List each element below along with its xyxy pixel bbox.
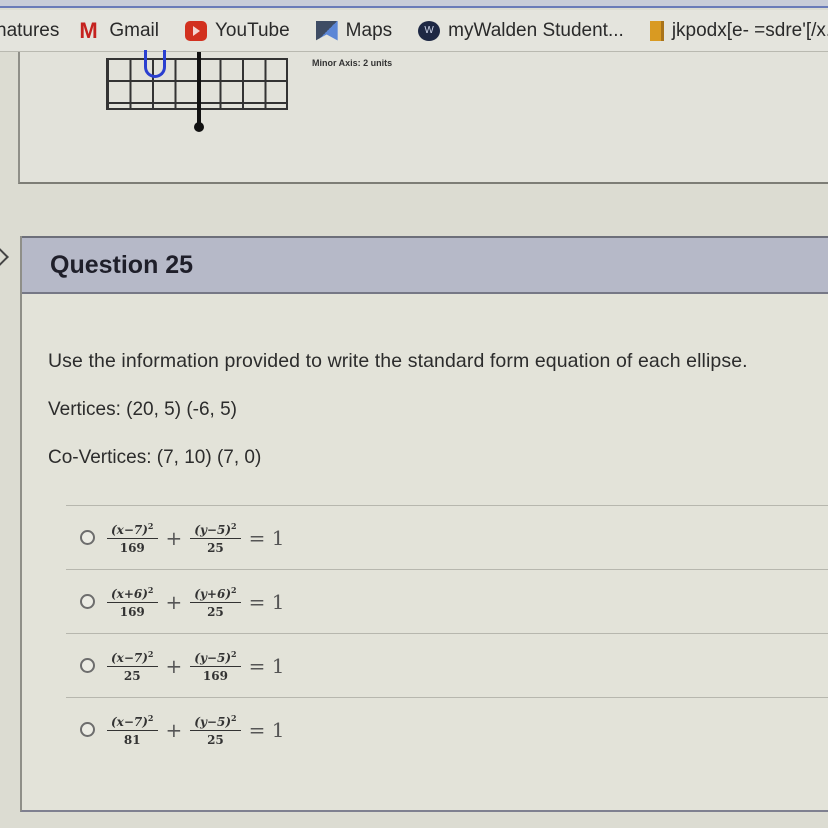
ellipse-graph bbox=[106, 50, 288, 132]
plus-sign: + bbox=[165, 653, 183, 678]
question-body: Use the information provided to write th… bbox=[22, 294, 828, 761]
exponent: 2 bbox=[231, 520, 237, 531]
y-term: (y−5) bbox=[194, 714, 231, 729]
gmail-icon: M bbox=[79, 17, 98, 43]
exponent: 2 bbox=[147, 584, 154, 595]
chevron-right-icon[interactable] bbox=[0, 247, 9, 267]
equals-one: = 1 bbox=[248, 525, 285, 550]
youtube-icon bbox=[185, 20, 207, 41]
exponent: 2 bbox=[231, 712, 237, 723]
co-vertices-text: Co-Vertices: (7, 10) (7, 0) bbox=[48, 447, 262, 468]
question-title: Question 25 bbox=[50, 250, 194, 279]
bookmark-maps[interactable]: Maps bbox=[315, 19, 393, 42]
question-card: Question 25 Use the information provided… bbox=[20, 236, 828, 812]
graph-axis bbox=[194, 52, 204, 132]
bookmark-label: Gmail bbox=[109, 19, 159, 41]
browser-top-edge bbox=[0, 0, 828, 8]
radio-button[interactable] bbox=[80, 658, 95, 673]
graph-caption: Minor Axis: 2 units bbox=[312, 58, 393, 68]
answer-option[interactable]: (x−7)2 169 + (y−5)2 25 = 1 bbox=[66, 505, 828, 569]
bookmark-youtube[interactable]: YouTube bbox=[185, 20, 290, 42]
question-prompt: Use the information provided to write th… bbox=[48, 350, 748, 372]
x-term: (x−7) bbox=[111, 522, 148, 537]
x-denominator: 25 bbox=[123, 668, 141, 683]
answer-option[interactable]: (x−7)2 81 + (y−5)2 25 = 1 bbox=[66, 697, 828, 761]
equals-one: = 1 bbox=[248, 717, 285, 742]
graph-curve bbox=[144, 50, 166, 78]
answer-option[interactable]: (x−7)2 25 + (y−5)2 169 = 1 bbox=[66, 633, 828, 697]
y-denominator: 25 bbox=[207, 540, 224, 555]
y-denominator: 25 bbox=[207, 604, 224, 619]
radio-button[interactable] bbox=[80, 530, 95, 545]
bookmark-signatures[interactable]: natures bbox=[0, 20, 59, 42]
bookmark-folder[interactable]: jkpodx[e- =sdre'[/x... bbox=[649, 19, 828, 42]
y-term: (y−5) bbox=[194, 650, 231, 665]
exponent: 2 bbox=[231, 584, 237, 595]
plus-sign: + bbox=[165, 717, 183, 742]
question-header: Question 25 bbox=[22, 236, 828, 294]
bookmark-gmail[interactable]: M Gmail bbox=[79, 17, 159, 43]
exponent: 2 bbox=[231, 648, 237, 659]
y-denominator: 25 bbox=[207, 732, 224, 747]
plus-sign: + bbox=[165, 525, 183, 550]
x-term: (x−7) bbox=[111, 650, 148, 665]
bookmark-label: natures bbox=[0, 19, 60, 41]
vertices-text: Vertices: (20, 5) (-6, 5) bbox=[48, 399, 238, 420]
x-denominator: 169 bbox=[119, 604, 145, 619]
equals-one: = 1 bbox=[248, 589, 285, 614]
bookmark-label: YouTube bbox=[215, 19, 290, 41]
bookmark-label: Maps bbox=[345, 19, 393, 41]
equation: (x−7)2 81 + (y−5)2 25 = 1 bbox=[107, 713, 284, 747]
previous-question-panel: Minor Axis: 2 units bbox=[18, 50, 828, 184]
y-term: (y−5) bbox=[194, 522, 231, 537]
bookmark-mywalden[interactable]: W myWalden Student... bbox=[418, 20, 624, 42]
y-term: (y+6) bbox=[194, 586, 231, 601]
x-term: (x−7) bbox=[111, 714, 148, 729]
answer-options: (x−7)2 169 + (y−5)2 25 = 1 (x+6)2 169 + (y+… bbox=[66, 505, 828, 761]
y-denominator: 169 bbox=[202, 668, 228, 683]
radio-button[interactable] bbox=[80, 594, 95, 609]
x-denominator: 169 bbox=[119, 540, 145, 555]
exponent: 2 bbox=[147, 648, 154, 659]
exponent: 2 bbox=[147, 520, 154, 531]
maps-icon bbox=[315, 20, 338, 41]
bookmarks-bar: natures M Gmail YouTube Maps W myWalden … bbox=[0, 10, 828, 52]
exponent: 2 bbox=[147, 712, 154, 723]
radio-button[interactable] bbox=[80, 722, 95, 737]
equation: (x+6)2 169 + (y+6)2 25 = 1 bbox=[107, 585, 284, 619]
bookmark-label: myWalden Student... bbox=[448, 19, 624, 41]
plus-sign: + bbox=[165, 589, 183, 614]
answer-option[interactable]: (x+6)2 169 + (y+6)2 25 = 1 bbox=[66, 569, 828, 633]
bookmark-folder-icon bbox=[649, 20, 664, 41]
walden-icon: W bbox=[418, 20, 441, 41]
bookmark-label: jkpodx[e- =sdre'[/x... bbox=[671, 19, 828, 41]
equals-one: = 1 bbox=[248, 653, 285, 678]
equation: (x−7)2 25 + (y−5)2 169 = 1 bbox=[107, 649, 284, 683]
x-denominator: 81 bbox=[123, 732, 141, 747]
equation: (x−7)2 169 + (y−5)2 25 = 1 bbox=[107, 521, 284, 555]
x-term: (x+6) bbox=[111, 586, 148, 601]
